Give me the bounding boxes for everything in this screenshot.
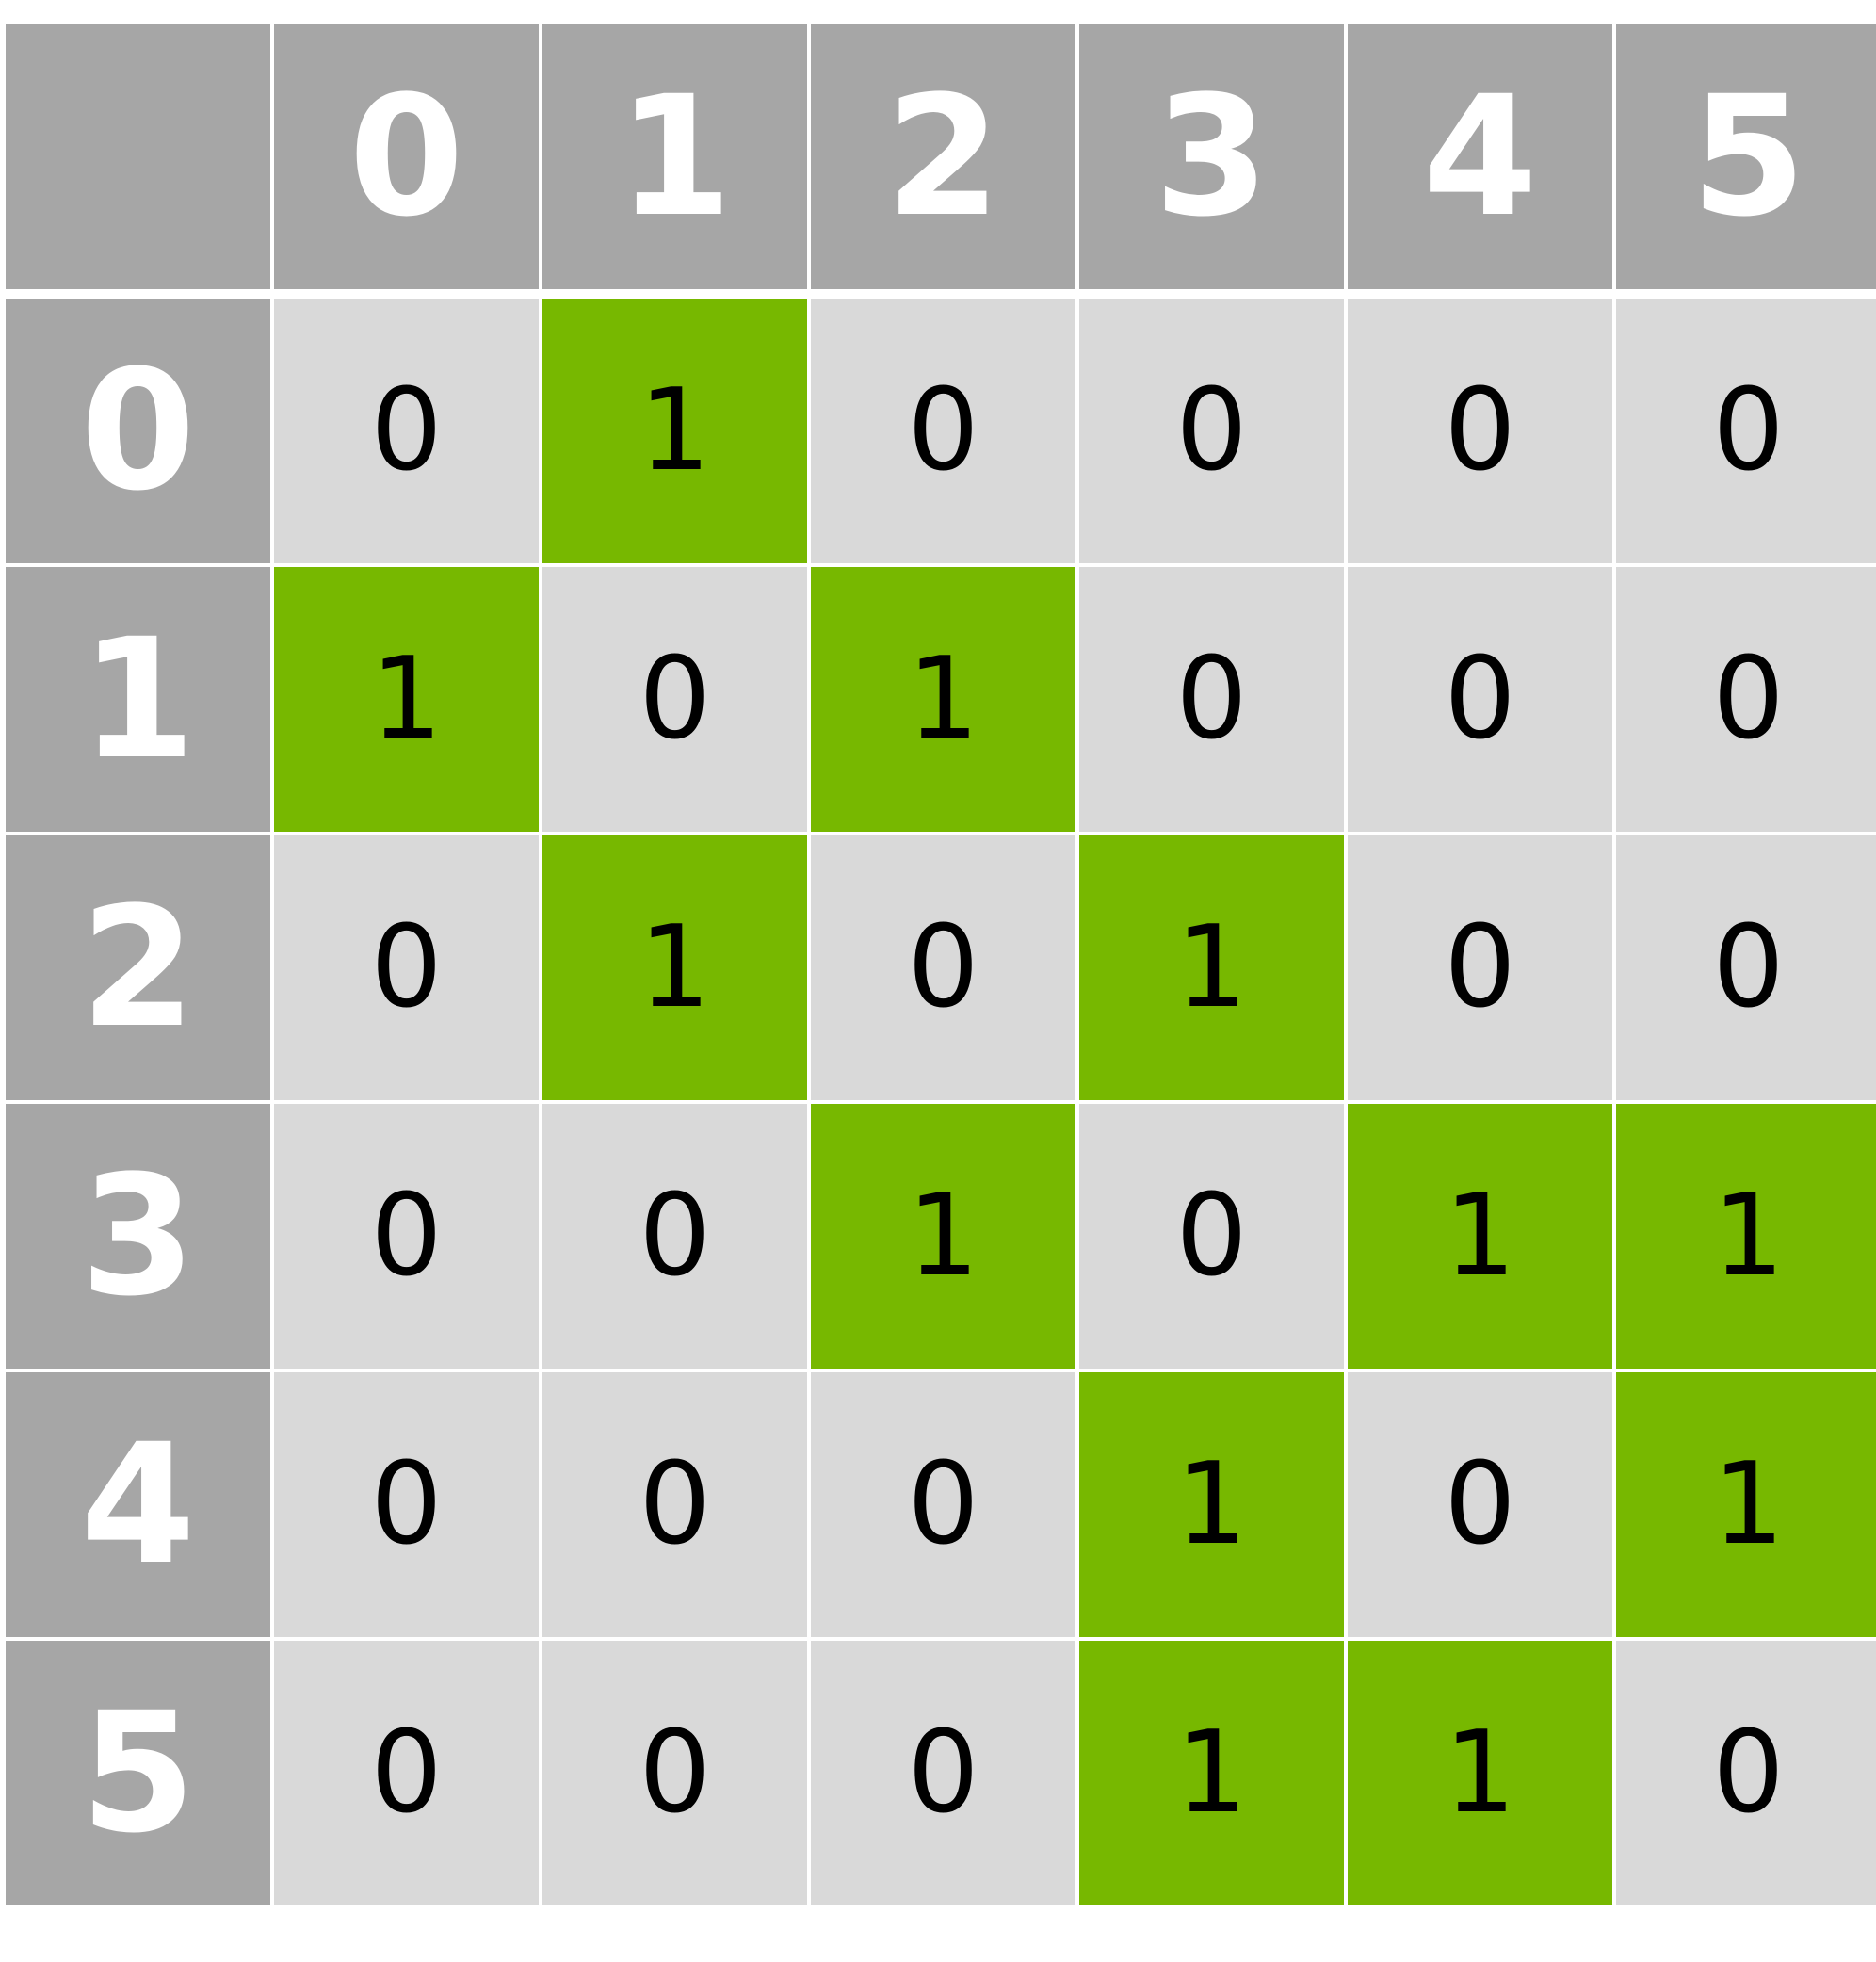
row-header: 1 xyxy=(6,567,270,832)
matrix-cell: 0 xyxy=(274,1372,539,1637)
column-header: 4 xyxy=(1348,24,1612,289)
row-header: 5 xyxy=(6,1641,270,1905)
matrix-cell: 1 xyxy=(1079,1372,1344,1637)
matrix-cell: 0 xyxy=(1616,567,1876,832)
matrix-cell: 0 xyxy=(274,1104,539,1369)
matrix-cell: 0 xyxy=(1079,567,1344,832)
matrix-cell: 0 xyxy=(1348,1372,1612,1637)
matrix-cell: 1 xyxy=(1616,1372,1876,1637)
matrix-cell: 0 xyxy=(1079,299,1344,563)
matrix-cell: 1 xyxy=(811,567,1075,832)
matrix-cell: 0 xyxy=(274,299,539,563)
matrix-cell: 0 xyxy=(811,1372,1075,1637)
matrix-cell: 0 xyxy=(811,835,1075,1100)
matrix-cell: 0 xyxy=(811,1641,1075,1905)
matrix-cell: 0 xyxy=(274,1641,539,1905)
column-header: 0 xyxy=(274,24,539,289)
matrix-cell: 1 xyxy=(1348,1104,1612,1369)
row-header: 0 xyxy=(6,299,270,563)
matrix-cell: 0 xyxy=(811,299,1075,563)
matrix-cell: 1 xyxy=(811,1104,1075,1369)
matrix-cell: 0 xyxy=(542,567,807,832)
matrix-cell: 1 xyxy=(542,835,807,1100)
column-header: 5 xyxy=(1616,24,1876,289)
matrix-cell: 1 xyxy=(1079,835,1344,1100)
matrix-cell: 1 xyxy=(1079,1641,1344,1905)
matrix-cell: 0 xyxy=(1348,299,1612,563)
row-header: 3 xyxy=(6,1104,270,1369)
matrix-cell: 1 xyxy=(1616,1104,1876,1369)
matrix-cell: 0 xyxy=(1348,835,1612,1100)
corner-cell xyxy=(6,24,270,289)
matrix-cell: 0 xyxy=(1079,1104,1344,1369)
matrix-cell: 1 xyxy=(274,567,539,832)
row-header: 2 xyxy=(6,835,270,1100)
matrix-cell: 1 xyxy=(542,299,807,563)
matrix-cell: 0 xyxy=(542,1641,807,1905)
matrix-cell: 1 xyxy=(1348,1641,1612,1905)
column-header: 1 xyxy=(542,24,807,289)
column-header: 3 xyxy=(1079,24,1344,289)
matrix-cell: 0 xyxy=(542,1104,807,1369)
matrix-cell: 0 xyxy=(1348,567,1612,832)
matrix-cell: 0 xyxy=(1616,835,1876,1100)
row-header: 4 xyxy=(6,1372,270,1637)
matrix-cell: 0 xyxy=(542,1372,807,1637)
matrix-cell: 0 xyxy=(1616,1641,1876,1905)
column-header: 2 xyxy=(811,24,1075,289)
matrix-cell: 0 xyxy=(1616,299,1876,563)
matrix-cell: 0 xyxy=(274,835,539,1100)
